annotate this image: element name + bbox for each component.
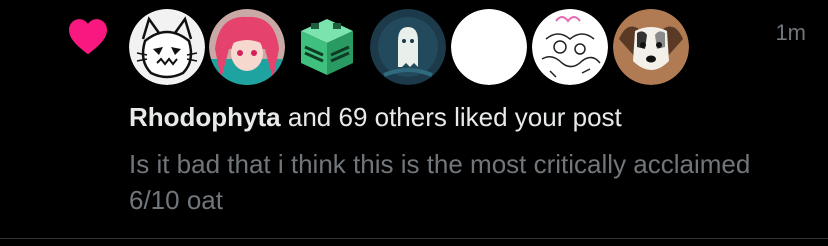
avatar-ghost-dark[interactable]	[370, 9, 446, 85]
action-text: and 69 others liked your post	[280, 102, 622, 132]
avatar-doodle-drawing[interactable]	[532, 9, 608, 85]
notification-headline: Rhodophyta and 69 others liked your post	[129, 100, 622, 134]
heart-icon	[69, 19, 107, 55]
avatar-white-circle[interactable]	[451, 9, 527, 85]
like-notification[interactable]: 1m Rhodophyta and 69 others liked your p…	[0, 0, 828, 238]
avatar-dog-photo[interactable]	[613, 9, 689, 85]
timestamp: 1m	[775, 20, 806, 45]
avatar-pink-hair-anime[interactable]	[209, 9, 285, 85]
divider	[0, 238, 828, 239]
actor-name-link[interactable]: Rhodophyta	[129, 102, 281, 132]
avatar-green-cube[interactable]	[289, 9, 365, 85]
avatar-white-cat-drawing[interactable]	[129, 9, 205, 85]
post-preview-text[interactable]: Is it bad that i think this is the most …	[129, 146, 789, 218]
